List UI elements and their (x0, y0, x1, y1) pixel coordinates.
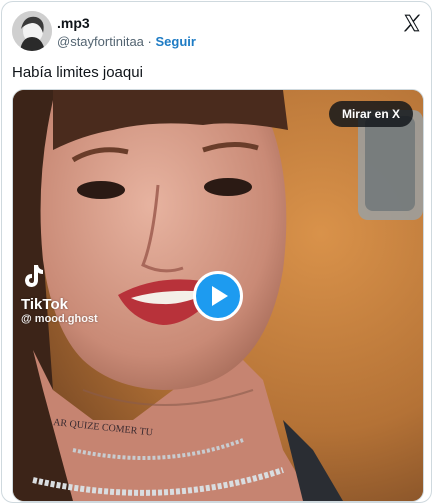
x-logo-icon[interactable] (402, 13, 422, 33)
tiktok-handle: @ mood.ghost (21, 313, 98, 325)
tweet-text: Había limites joaqui (12, 64, 143, 81)
tiktok-logo-icon (25, 265, 43, 287)
tweet-header: .mp3 @stayfortinitaa · Seguir (2, 2, 431, 58)
tiktok-watermark: TikTok @ mood.ghost (21, 263, 98, 325)
author-handle[interactable]: @stayfortinitaa (57, 34, 144, 49)
author-meta: @stayfortinitaa · Seguir (57, 34, 196, 49)
tweet-card[interactable]: .mp3 @stayfortinitaa · Seguir Había limi… (1, 1, 432, 503)
meta-separator: · (147, 34, 152, 49)
play-button[interactable] (193, 271, 243, 321)
avatar[interactable] (12, 11, 52, 51)
video-player[interactable]: AR QUIZE COMER TU Mirar en X TikTok @ mo… (12, 89, 424, 502)
tiktok-brand: TikTok (21, 296, 68, 313)
author-display-name[interactable]: .mp3 (57, 15, 90, 31)
follow-button[interactable]: Seguir (156, 34, 196, 49)
play-icon (212, 286, 228, 306)
watch-on-x-button[interactable]: Mirar en X (328, 101, 413, 127)
